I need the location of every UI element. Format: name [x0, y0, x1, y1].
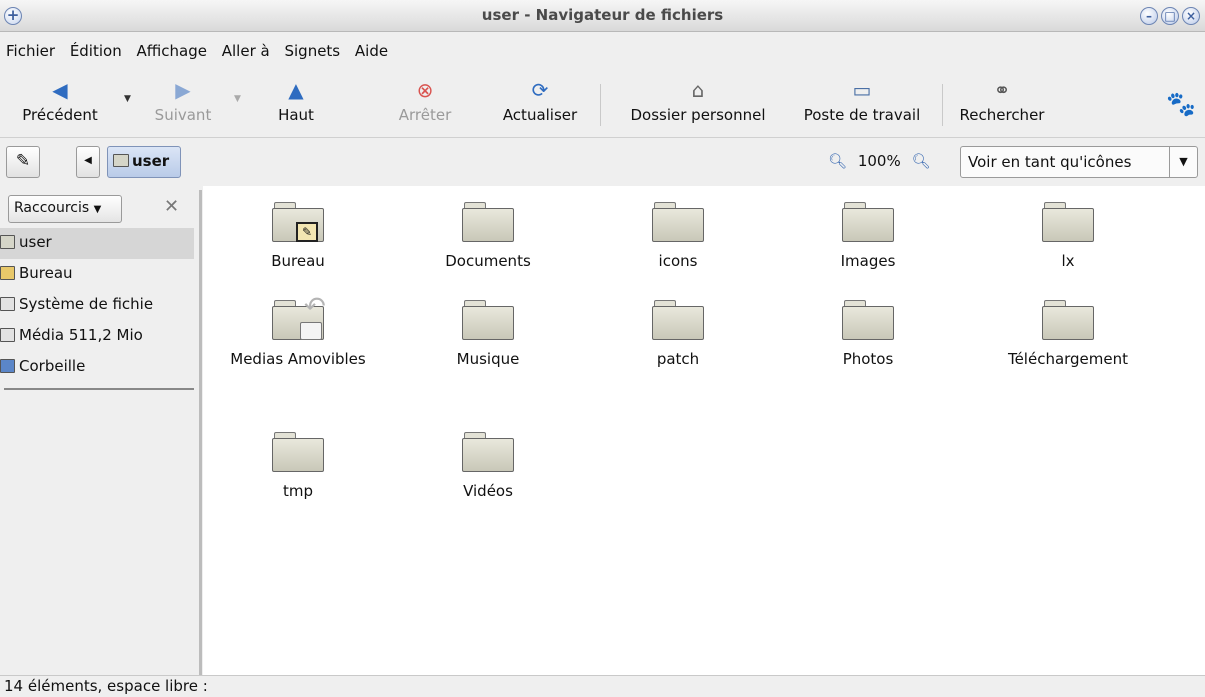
forward-history-dropdown-icon[interactable]: ▼	[234, 94, 241, 104]
sidebar-item-filesystem[interactable]: Système de fichie	[0, 290, 194, 321]
menu-aller-a[interactable]: Aller à	[222, 32, 270, 70]
trash-icon	[0, 359, 15, 373]
file-icon-view: ✎ Bureau Documents icons Images lx ↶ Med…	[203, 186, 1205, 675]
home-folder-icon	[0, 235, 15, 249]
folder-icon	[840, 294, 896, 340]
sidebar-header: Raccourcis ▼ ✕	[4, 190, 194, 224]
sidebar: Raccourcis ▼ ✕ user Bureau Système de fi…	[0, 186, 196, 675]
gnome-foot-icon: 🐾	[1166, 90, 1196, 118]
toolbar-separator-2	[942, 84, 943, 126]
chevron-down-icon: ▼	[93, 204, 102, 215]
lock-emblem-icon	[300, 322, 322, 340]
toggle-location-entry-button[interactable]: ✎	[6, 146, 40, 178]
menu-bar: Fichier Édition Affichage Aller à Signet…	[0, 32, 1205, 70]
window-title: user - Navigateur de fichiers	[481, 6, 724, 24]
file-item-lx[interactable]: lx	[973, 196, 1163, 270]
binoculars-icon: ⚭	[993, 78, 1011, 102]
status-bar: 14 éléments, espace libre :	[0, 675, 1205, 697]
back-arrow-icon: ◀	[52, 78, 68, 102]
folder-icon: ↶	[270, 292, 326, 340]
folder-icon	[1040, 294, 1096, 340]
sidebar-item-media[interactable]: Média 511,2 Mio	[0, 321, 194, 352]
zoom-in-icon[interactable]: 🔍︎	[912, 152, 931, 170]
file-item-medias-amovibles[interactable]: ↶ Medias Amovibles	[203, 292, 393, 368]
chevron-left-icon: ◀	[84, 155, 92, 166]
home-folder-icon: ⌂	[691, 78, 705, 102]
edit-note-icon: ✎	[15, 151, 31, 171]
menu-aide[interactable]: Aide	[355, 32, 388, 70]
sidebar-item-trash[interactable]: Corbeille	[0, 352, 194, 383]
view-mode-select[interactable]: Voir en tant qu'icônes ▼	[960, 146, 1198, 178]
computer-icon: ▭	[852, 78, 872, 102]
symlink-arrow-icon: ↶	[304, 292, 326, 322]
menu-edition[interactable]: Édition	[70, 32, 122, 70]
chevron-down-icon[interactable]: ▼	[1169, 147, 1197, 177]
toolbar: ◀ Précédent ▼ ▶ Suivant ▼ ▲ Haut ⊗ Arrêt…	[0, 70, 1205, 138]
desktop-icon	[0, 266, 15, 280]
sidebar-item-bureau[interactable]: Bureau	[0, 259, 194, 290]
menu-signets[interactable]: Signets	[284, 32, 340, 70]
sidebar-item-user[interactable]: user	[0, 228, 194, 259]
back-history-dropdown-icon[interactable]: ▼	[124, 94, 131, 104]
status-text: 14 éléments, espace libre :	[4, 677, 208, 695]
pane-splitter[interactable]	[199, 190, 202, 675]
path-button-user[interactable]: user	[107, 146, 181, 178]
up-button[interactable]: ▲ Haut	[266, 78, 326, 124]
file-item-videos[interactable]: Vidéos	[393, 426, 583, 500]
folder-icon	[460, 426, 516, 472]
home-folder-icon	[113, 154, 129, 167]
zoom-level[interactable]: 100%	[858, 152, 901, 170]
maximize-button[interactable]: □	[1161, 7, 1179, 25]
location-bar: ✎ ◀ user 🔍︎ 100% 🔍︎ Voir en tant qu'icôn…	[0, 138, 1205, 186]
reload-icon: ⟳	[531, 78, 549, 102]
file-item-musique[interactable]: Musique	[393, 294, 583, 368]
path-scroll-left-button[interactable]: ◀	[76, 146, 100, 178]
folder-icon	[460, 196, 516, 242]
desktop-emblem-icon: ✎	[296, 222, 318, 242]
drive-icon	[0, 297, 15, 311]
folder-icon	[650, 196, 706, 242]
forward-arrow-icon: ▶	[175, 78, 191, 102]
reload-button[interactable]: ⟳ Actualiser	[490, 78, 590, 124]
file-item-tmp[interactable]: tmp	[203, 426, 393, 500]
menu-affichage[interactable]: Affichage	[137, 32, 207, 70]
sidebar-type-select[interactable]: Raccourcis ▼	[8, 195, 122, 223]
home-button[interactable]: ⌂ Dossier personnel	[612, 78, 784, 124]
file-item-images[interactable]: Images	[773, 196, 963, 270]
menu-fichier[interactable]: Fichier	[6, 32, 55, 70]
file-item-patch[interactable]: patch	[583, 294, 773, 368]
file-item-documents[interactable]: Documents	[393, 196, 583, 270]
computer-button[interactable]: ▭ Poste de travail	[788, 78, 936, 124]
stop-icon: ⊗	[416, 78, 434, 102]
forward-button[interactable]: ▶ Suivant	[138, 78, 228, 124]
drive-icon	[0, 328, 15, 342]
folder-icon	[460, 294, 516, 340]
file-item-photos[interactable]: Photos	[773, 294, 963, 368]
minimize-button[interactable]: –	[1140, 7, 1158, 25]
file-item-bureau[interactable]: ✎ Bureau	[203, 196, 393, 270]
folder-icon	[270, 426, 326, 472]
file-item-icons[interactable]: icons	[583, 196, 773, 270]
folder-icon	[1040, 196, 1096, 242]
toolbar-separator	[600, 84, 601, 126]
close-button[interactable]: ×	[1182, 7, 1200, 25]
search-button[interactable]: ⚭ Rechercher	[954, 78, 1050, 124]
folder-icon: ✎	[270, 196, 326, 242]
zoom-out-icon[interactable]: 🔍︎	[828, 152, 847, 170]
sidebar-close-icon[interactable]: ✕	[164, 196, 179, 217]
back-button[interactable]: ◀ Précédent	[2, 78, 118, 124]
file-item-telechargement[interactable]: Téléchargement	[973, 294, 1163, 368]
zoom-control: 🔍︎ 100% 🔍︎	[828, 152, 931, 170]
folder-icon	[840, 196, 896, 242]
stop-button[interactable]: ⊗ Arrêter	[380, 78, 470, 124]
title-bar: + user - Navigateur de fichiers – □ ×	[0, 0, 1205, 32]
up-arrow-icon: ▲	[288, 78, 304, 102]
folder-icon	[650, 294, 706, 340]
sidebar-divider	[4, 388, 194, 390]
